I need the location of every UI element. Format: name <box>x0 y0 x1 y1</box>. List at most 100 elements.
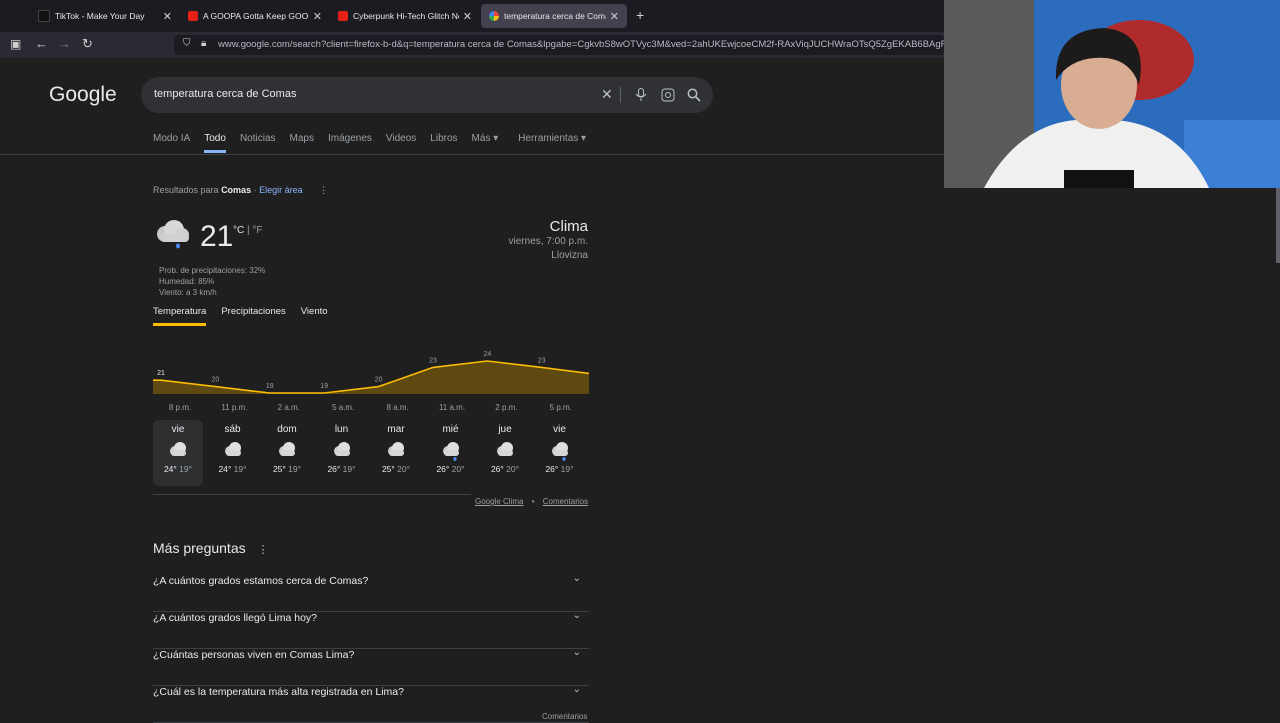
day-low: 19° <box>285 464 302 474</box>
tab-modo-ia[interactable]: Modo IA <box>153 133 190 153</box>
tiktok-icon <box>38 10 50 22</box>
question-item[interactable]: ¿A cuántos grados estamos cerca de Comas… <box>153 573 589 612</box>
cloud-icon <box>279 442 295 456</box>
chevron-down-icon[interactable]: ⌄ <box>573 647 581 658</box>
page-scrollbar[interactable] <box>1276 188 1280 263</box>
microphone-icon[interactable] <box>635 88 647 102</box>
tab-todo[interactable]: Todo <box>204 133 226 153</box>
day-high: 26° <box>327 464 341 474</box>
question-item[interactable]: ¿A cuántos grados llegó Lima hoy? ⌄ <box>153 610 589 649</box>
paa-title-text: Más preguntas <box>153 540 246 556</box>
day-low: 20° <box>449 464 465 474</box>
webcam-overlay <box>944 0 1280 188</box>
day-name: dom <box>277 424 297 435</box>
close-icon[interactable]: ✕ <box>463 10 472 23</box>
temperature-label: 23 <box>429 357 437 364</box>
hour-label: 5 a.m. <box>332 403 354 412</box>
youtube-icon <box>338 11 348 21</box>
browser-tab-active[interactable]: temperatura cerca de Comas - B ✕ <box>481 4 627 28</box>
unit-fahrenheit[interactable]: °F <box>252 225 262 236</box>
feedback-link[interactable]: Comentarios <box>543 497 588 506</box>
day-forecast[interactable]: sáb 24° 19° <box>208 420 258 486</box>
clear-icon[interactable]: ✕ <box>601 86 613 103</box>
separator: · <box>251 185 260 195</box>
chevron-down-icon[interactable]: ⌄ <box>573 610 581 621</box>
day-forecast[interactable]: mar 25° 20° <box>371 420 421 486</box>
tab-mas[interactable]: Más ▾ <box>472 133 499 153</box>
browser-tab[interactable]: TikTok - Make Your Day ✕ <box>30 4 180 28</box>
tab-precipitaciones[interactable]: Precipitaciones <box>221 306 285 326</box>
chevron-down-icon[interactable]: ⌄ <box>573 573 581 584</box>
day-temps: 25° 20° <box>371 464 421 474</box>
question-item[interactable]: ¿Cuál es la temperatura más alta registr… <box>153 684 589 723</box>
day-forecast[interactable]: vie 24° 19° <box>153 420 203 486</box>
search-icon[interactable] <box>687 88 701 102</box>
day-forecast[interactable]: mié 26° 20° <box>426 420 476 486</box>
url-bar[interactable]: ⛉ 🔒︎ www.google.com/search?client=firefo… <box>174 35 966 55</box>
tab-title: A GOOPA Gotta Keep GOOPING <box>203 11 309 21</box>
cloud-icon <box>497 442 513 456</box>
reload-icon[interactable]: ↻ <box>82 36 93 52</box>
temperature-label: 19 <box>320 383 328 390</box>
tab-temperatura[interactable]: Temperatura <box>153 306 207 326</box>
day-name: mar <box>387 424 405 435</box>
close-icon[interactable]: ✕ <box>610 10 619 23</box>
tab-title: TikTok - Make Your Day <box>55 11 145 21</box>
browser-tab[interactable]: Cyberpunk Hi-Tech Glitch Neon ✕ <box>330 4 480 28</box>
day-forecast[interactable]: dom 25° 19° <box>262 420 312 486</box>
browser-tab[interactable]: A GOOPA Gotta Keep GOOPING ✕ <box>180 4 330 28</box>
day-high: 26° <box>545 464 559 474</box>
url-text: www.google.com/search?client=firefox-b-d… <box>218 39 966 50</box>
rain-cloud-icon <box>157 220 189 249</box>
tab-viento[interactable]: Viento <box>301 306 328 326</box>
weather-header: Clima viernes, 7:00 p.m. Llovizna <box>468 218 588 263</box>
results-prefix: Resultados para <box>153 185 219 195</box>
cloud-icon <box>170 442 186 456</box>
day-high: 25° <box>381 464 395 474</box>
tab-maps[interactable]: Maps <box>290 133 314 153</box>
day-forecast[interactable]: jue 26° 20° <box>480 420 530 486</box>
forward-icon[interactable]: → <box>58 36 71 51</box>
search-nav-tabs: Modo IA Todo Noticias Maps Imágenes Vide… <box>153 133 586 153</box>
hour-label: 2 p.m. <box>495 403 517 412</box>
google-logo[interactable]: Google <box>49 83 117 107</box>
tab-libros[interactable]: Libros <box>430 133 457 153</box>
sidebar-toggle-icon[interactable]: ▣ <box>10 37 21 51</box>
close-icon[interactable]: ✕ <box>163 10 172 23</box>
day-forecast[interactable]: vie 26° 19° <box>535 420 585 486</box>
cloud-icon <box>224 442 241 456</box>
tab-herramientas[interactable]: Herramientas ▾ <box>518 133 586 153</box>
lens-icon[interactable] <box>661 88 675 102</box>
temperature-chart[interactable]: 21 20 19 19 20 23 24 23 8 p.m. 11 p.m. 2 a.m. 5 a.m… <box>153 348 589 414</box>
unit-switch: °C | °F <box>233 225 263 236</box>
day-forecast[interactable]: lun 26° 19° <box>317 420 367 486</box>
search-box[interactable]: temperatura cerca de Comas ✕ <box>141 77 713 113</box>
unit-celsius[interactable]: °C <box>233 225 244 236</box>
new-tab-button[interactable]: + <box>636 7 644 23</box>
divider <box>620 87 621 103</box>
search-input[interactable]: temperatura cerca de Comas <box>154 88 296 100</box>
day-temps: 24° 19° <box>208 464 258 474</box>
choose-area-link[interactable]: Elegir área <box>259 185 303 195</box>
day-name: lun <box>334 424 349 435</box>
close-icon[interactable]: ✕ <box>313 10 322 23</box>
more-options-icon[interactable]: ⋮ <box>258 544 269 556</box>
question-item[interactable]: ¿Cuántas personas viven en Comas Lima? ⌄ <box>153 647 589 686</box>
hour-label: 5 p.m. <box>550 403 572 412</box>
day-temps: 26° 19° <box>535 464 585 474</box>
day-low: 19° <box>231 464 247 474</box>
back-icon[interactable]: ← <box>35 36 48 51</box>
day-high: 26° <box>490 464 504 474</box>
tab-noticias[interactable]: Noticias <box>240 133 276 153</box>
tab-imagenes[interactable]: Imágenes <box>328 133 372 153</box>
day-low: 20° <box>394 464 411 474</box>
tab-videos[interactable]: Videos <box>386 133 416 153</box>
paa-title: Más preguntas ⋮ <box>153 540 269 556</box>
day-temps: 24° 19° <box>153 464 203 474</box>
more-options-icon[interactable]: ⋮ <box>319 185 328 195</box>
google-clima-link[interactable]: Google Clima <box>475 497 523 506</box>
location-name: Comas <box>221 185 252 195</box>
daily-forecast: vie 24° 19° sáb 24° 19° dom 25° 19° lun 26° 19°… <box>153 420 589 488</box>
chevron-down-icon[interactable]: ⌄ <box>573 684 581 695</box>
hour-label: 2 a.m. <box>278 403 300 412</box>
